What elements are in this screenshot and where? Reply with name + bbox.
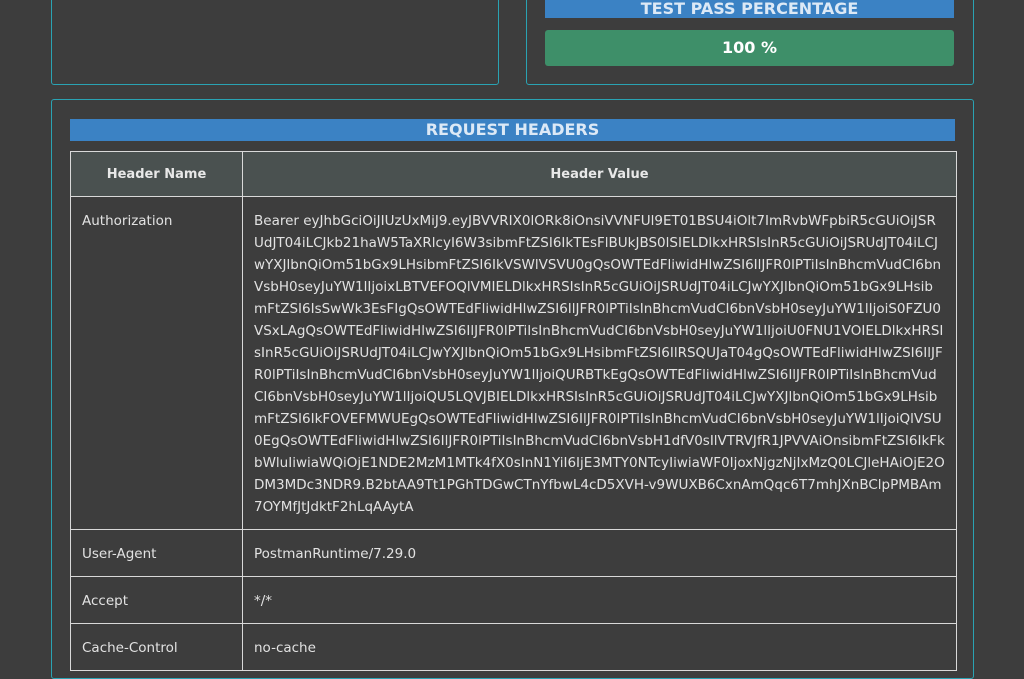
request-headers-table: Header Name Header Value Authorization B… bbox=[70, 151, 957, 671]
header-value-cell: */* bbox=[242, 576, 957, 624]
table-header-row: Header Name Header Value bbox=[70, 151, 957, 197]
header-value-cell: PostmanRuntime/7.29.0 bbox=[242, 529, 957, 577]
header-value-cell: Bearer eyJhbGciOiJIUzUxMiJ9.eyJBVVRIX0lO… bbox=[242, 196, 957, 530]
top-left-panel bbox=[51, 0, 499, 85]
table-row: User-Agent PostmanRuntime/7.29.0 bbox=[70, 529, 957, 577]
header-name-cell: Cache-Control bbox=[70, 623, 243, 671]
column-header-name: Header Name bbox=[70, 151, 243, 197]
test-summary-panel: TEST PASS PERCENTAGE 100 % bbox=[526, 0, 974, 85]
header-name-cell: User-Agent bbox=[70, 529, 243, 577]
request-headers-panel: REQUEST HEADERS Header Name Header Value… bbox=[51, 99, 974, 679]
header-name-cell: Accept bbox=[70, 576, 243, 624]
table-row: Authorization Bearer eyJhbGciOiJIUzUxMiJ… bbox=[70, 196, 957, 530]
table-row: Accept */* bbox=[70, 576, 957, 624]
table-row: Cache-Control no-cache bbox=[70, 623, 957, 671]
request-headers-title: REQUEST HEADERS bbox=[70, 119, 955, 141]
header-name-cell: Authorization bbox=[70, 196, 243, 530]
header-value-cell: no-cache bbox=[242, 623, 957, 671]
test-pass-percentage-value: 100 % bbox=[545, 30, 954, 66]
test-pass-percentage-header: TEST PASS PERCENTAGE bbox=[545, 0, 954, 18]
column-header-value: Header Value bbox=[242, 151, 957, 197]
